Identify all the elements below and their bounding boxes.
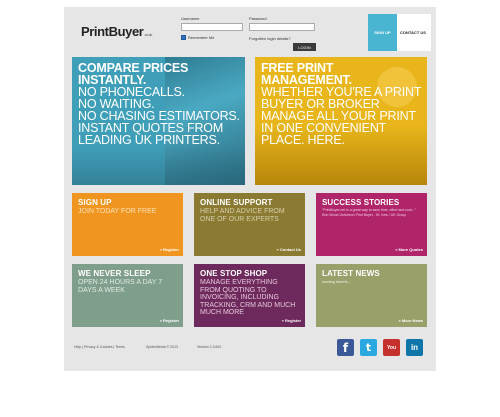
tile-title: ONE STOP SHOP [200,269,268,278]
hero-management-headline: FREE PRINT MANAGEMENT. [261,61,352,87]
facebook-icon[interactable]: f [337,339,354,356]
login-button[interactable]: LOGIN [293,43,316,51]
signup-nav-button[interactable]: SIGN UP [368,14,397,51]
hero-compare[interactable]: COMPARE PRICES INSTANTLY. NO PHONECALLS.… [72,57,245,185]
tile-one-stop-shop[interactable]: ONE STOP SHOP MANAGE EVERYTHING FROM QUO… [194,264,305,327]
logo-suffix: co.uk [144,32,153,37]
twitter-icon[interactable]: t [360,339,377,356]
hero-compare-text: COMPARE PRICES INSTANTLY. NO PHONECALLS.… [78,61,243,147]
hero-management-text: FREE PRINT MANAGEMENT. WHETHER YOU'RE A … [261,61,426,147]
linkedin-icon[interactable]: in [406,339,423,356]
tile-title: SUCCESS STORIES [322,198,400,207]
youtube-icon[interactable]: You [383,339,400,356]
tile-title: ONLINE SUPPORT [200,198,273,207]
remember-checkbox[interactable] [181,35,186,40]
footer-copyright: SpiderMedia © 2013 [146,345,178,349]
contact-nav-button[interactable]: CONTACT US [397,14,431,51]
tile-latest-news[interactable]: LATEST NEWS loading tweets... » More New… [316,264,427,327]
tile-subtitle: HELP AND ADVICE FROM ONE OF OUR EXPERTS [200,208,285,223]
logo-text: PrintBuyer [81,24,144,39]
password-label: Password [249,16,267,21]
footer-version: Version 2.3.810 [197,345,222,349]
tile-link-more-quotes[interactable]: » More Quotes [395,247,423,252]
tile-link-contact[interactable]: » Contact Us [277,247,301,252]
tile-subtitle: MANAGE EVERYTHING FROM QUOTING TO INVOIC… [200,279,296,316]
tile-never-sleep[interactable]: WE NEVER SLEEP OPEN 24 HOURS A DAY 7 DAY… [72,264,183,327]
tile-news-status: loading tweets... [322,279,351,284]
forgot-link[interactable]: Forgotten login details? [249,36,291,41]
username-input[interactable] [181,23,243,31]
hero-compare-line: LEADING UK PRINTERS. [78,133,220,147]
remember-label: Remember Me [188,35,215,40]
tile-title: WE NEVER SLEEP [78,269,151,278]
tile-link-register[interactable]: » Register [282,318,301,323]
tile-success-stories[interactable]: SUCCESS STORIES "PrintBuyer.net is a gre… [316,193,427,256]
footer-links[interactable]: Help | Privacy & Cookies | Terms [74,345,125,349]
tile-subtitle: OPEN 24 HOURS A DAY 7 DAYS A WEEK [78,279,163,294]
tile-link-register[interactable]: » Register [160,318,179,323]
tile-sign-up[interactable]: SIGN UP JOIN TODAY FOR FREE » Register [72,193,183,256]
logo[interactable]: PrintBuyerco.uk [81,24,152,39]
tile-subtitle: JOIN TODAY FOR FREE [78,208,157,215]
hero-compare-headline: COMPARE PRICES INSTANTLY. [78,61,189,87]
tile-title: SIGN UP [78,198,112,207]
password-input[interactable] [249,23,315,31]
tile-quote: "PrintBuyer.net is a great way to save t… [322,208,416,217]
tile-online-support[interactable]: ONLINE SUPPORT HELP AND ADVICE FROM ONE … [194,193,305,256]
hero-photo-shade [72,145,245,185]
tile-link-register[interactable]: » Register [160,247,179,252]
remember-me[interactable]: Remember Me [181,35,214,40]
username-label: Username [181,16,200,21]
tile-link-more-news[interactable]: » More News [399,318,423,323]
hero-management-line: PLACE. HERE. [261,133,345,147]
hero-management[interactable]: FREE PRINT MANAGEMENT. WHETHER YOU'RE A … [255,57,427,185]
tile-title: LATEST NEWS [322,269,380,278]
